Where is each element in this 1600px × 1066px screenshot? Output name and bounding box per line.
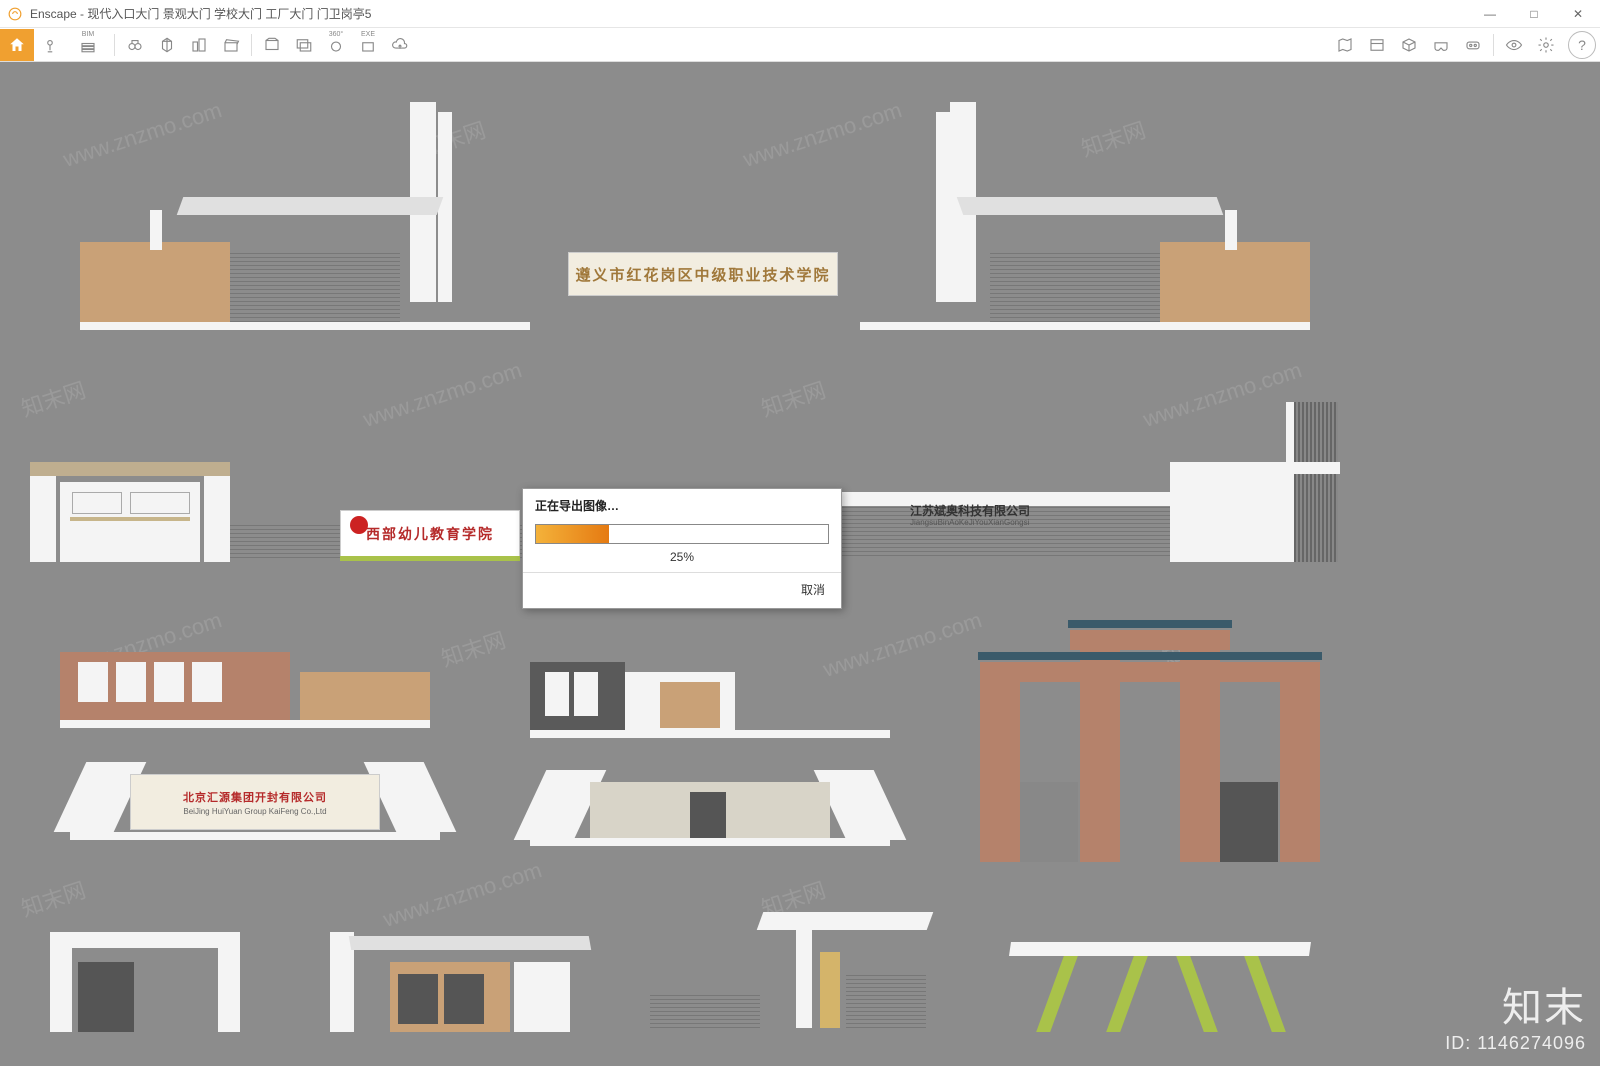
small-gate-2 [330,932,590,1042]
help-button[interactable]: ? [1568,31,1596,59]
gate-model-top-right [860,102,1310,342]
main-toolbar: BIM 360° EXE [0,28,1600,62]
dialog-title: 正在导出图像… [523,489,841,520]
views-button[interactable] [34,29,66,61]
clapperboard-icon[interactable] [215,29,247,61]
screenshot-button[interactable] [256,29,288,61]
window-controls: — □ ✕ [1468,0,1600,28]
settings-button[interactable] [1530,29,1562,61]
home-button[interactable] [0,29,34,61]
export-progress-dialog: 正在导出图像… 25% 取消 [522,488,842,609]
vr-headset-icon[interactable] [1425,29,1457,61]
exe-export-button[interactable]: EXE [352,29,384,61]
small-gate-1 [50,932,260,1042]
guard-house-model [30,432,230,572]
asset-library-button[interactable] [1361,29,1393,61]
minimize-button[interactable]: — [1468,0,1512,28]
buildings-icon[interactable] [183,29,215,61]
mid-left-gate-model: 西部幼儿教育学院 [230,492,520,572]
minimap-button[interactable] [1329,29,1361,61]
gate-model-top-left [80,102,530,342]
progress-percent-label: 25% [523,550,841,564]
brick-archway-model [960,612,1360,872]
title-bar: Enscape - 现代入口大门 景观大门 学校大门 工厂大门 门卫岗亭5 — … [0,0,1600,28]
batch-render-button[interactable] [288,29,320,61]
small-gate-3 [650,912,930,1042]
orientation-button[interactable] [151,29,183,61]
window-title: Enscape - 现代入口大门 景观大门 学校大门 工厂大门 门卫岗亭5 [30,5,371,22]
vr-button[interactable] [1457,29,1489,61]
panorama-button[interactable]: 360° [320,29,352,61]
cloud-upload-button[interactable] [384,29,416,61]
close-button[interactable]: ✕ [1556,0,1600,28]
small-gate-4 [1010,942,1310,1042]
maximize-button[interactable]: □ [1512,0,1556,28]
box-icon[interactable] [1393,29,1425,61]
company-gate-upper-left [60,642,430,752]
export-progress-bar [535,524,829,544]
visual-settings-button[interactable] [1498,29,1530,61]
top-center-sign: 遵义市红花岗区中级职业技术学院 [568,252,838,296]
cancel-button[interactable]: 取消 [801,581,825,598]
binoculars-icon[interactable] [119,29,151,61]
company-gate-beige: 北京汇源集团开封有限公司 BeiJing HuiYuan Group KaiFe… [70,762,440,862]
enscape-app-icon [6,5,24,23]
bim-button[interactable]: BIM [66,29,110,61]
brand-watermark: 知末 ID: 1146274096 [1445,975,1586,1054]
center-gate-model [530,642,890,862]
factory-gate-model: 江苏斌奥科技有限公司 JiangsuBinAoKeJiYouXianGongsi [840,402,1340,592]
